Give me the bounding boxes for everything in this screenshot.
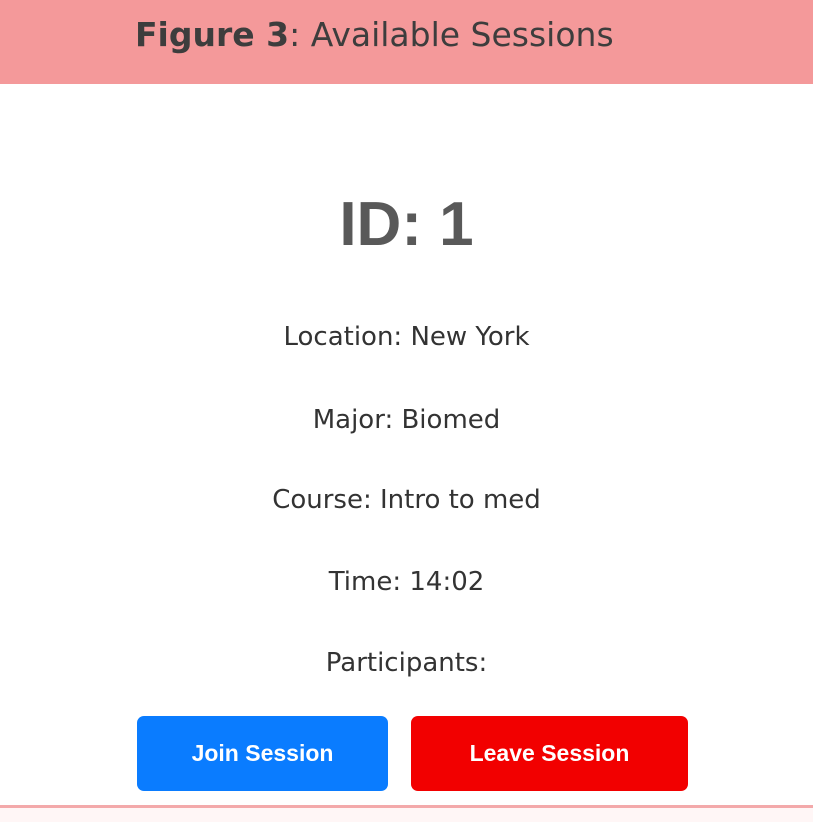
figure-title: Available Sessions (310, 15, 614, 54)
leave-session-button[interactable]: Leave Session (411, 716, 688, 791)
session-id-heading: ID: 1 (339, 190, 474, 259)
join-session-button[interactable]: Join Session (137, 716, 388, 791)
session-location: Location: New York (283, 322, 530, 352)
session-card: ID: 1 Location: New York Major: Biomed C… (0, 84, 813, 806)
session-course: Course: Intro to med (272, 485, 541, 515)
figure-banner: Figure 3: Available Sessions (0, 0, 813, 84)
figure-separator: : (289, 15, 311, 54)
figure-caption: Figure 3: Available Sessions (135, 15, 614, 55)
figure-label: Figure 3 (135, 15, 290, 54)
next-card-edge (0, 808, 813, 822)
session-major: Major: Biomed (312, 405, 501, 435)
session-participants: Participants: (325, 648, 488, 678)
session-time: Time: 14:02 (328, 567, 485, 597)
